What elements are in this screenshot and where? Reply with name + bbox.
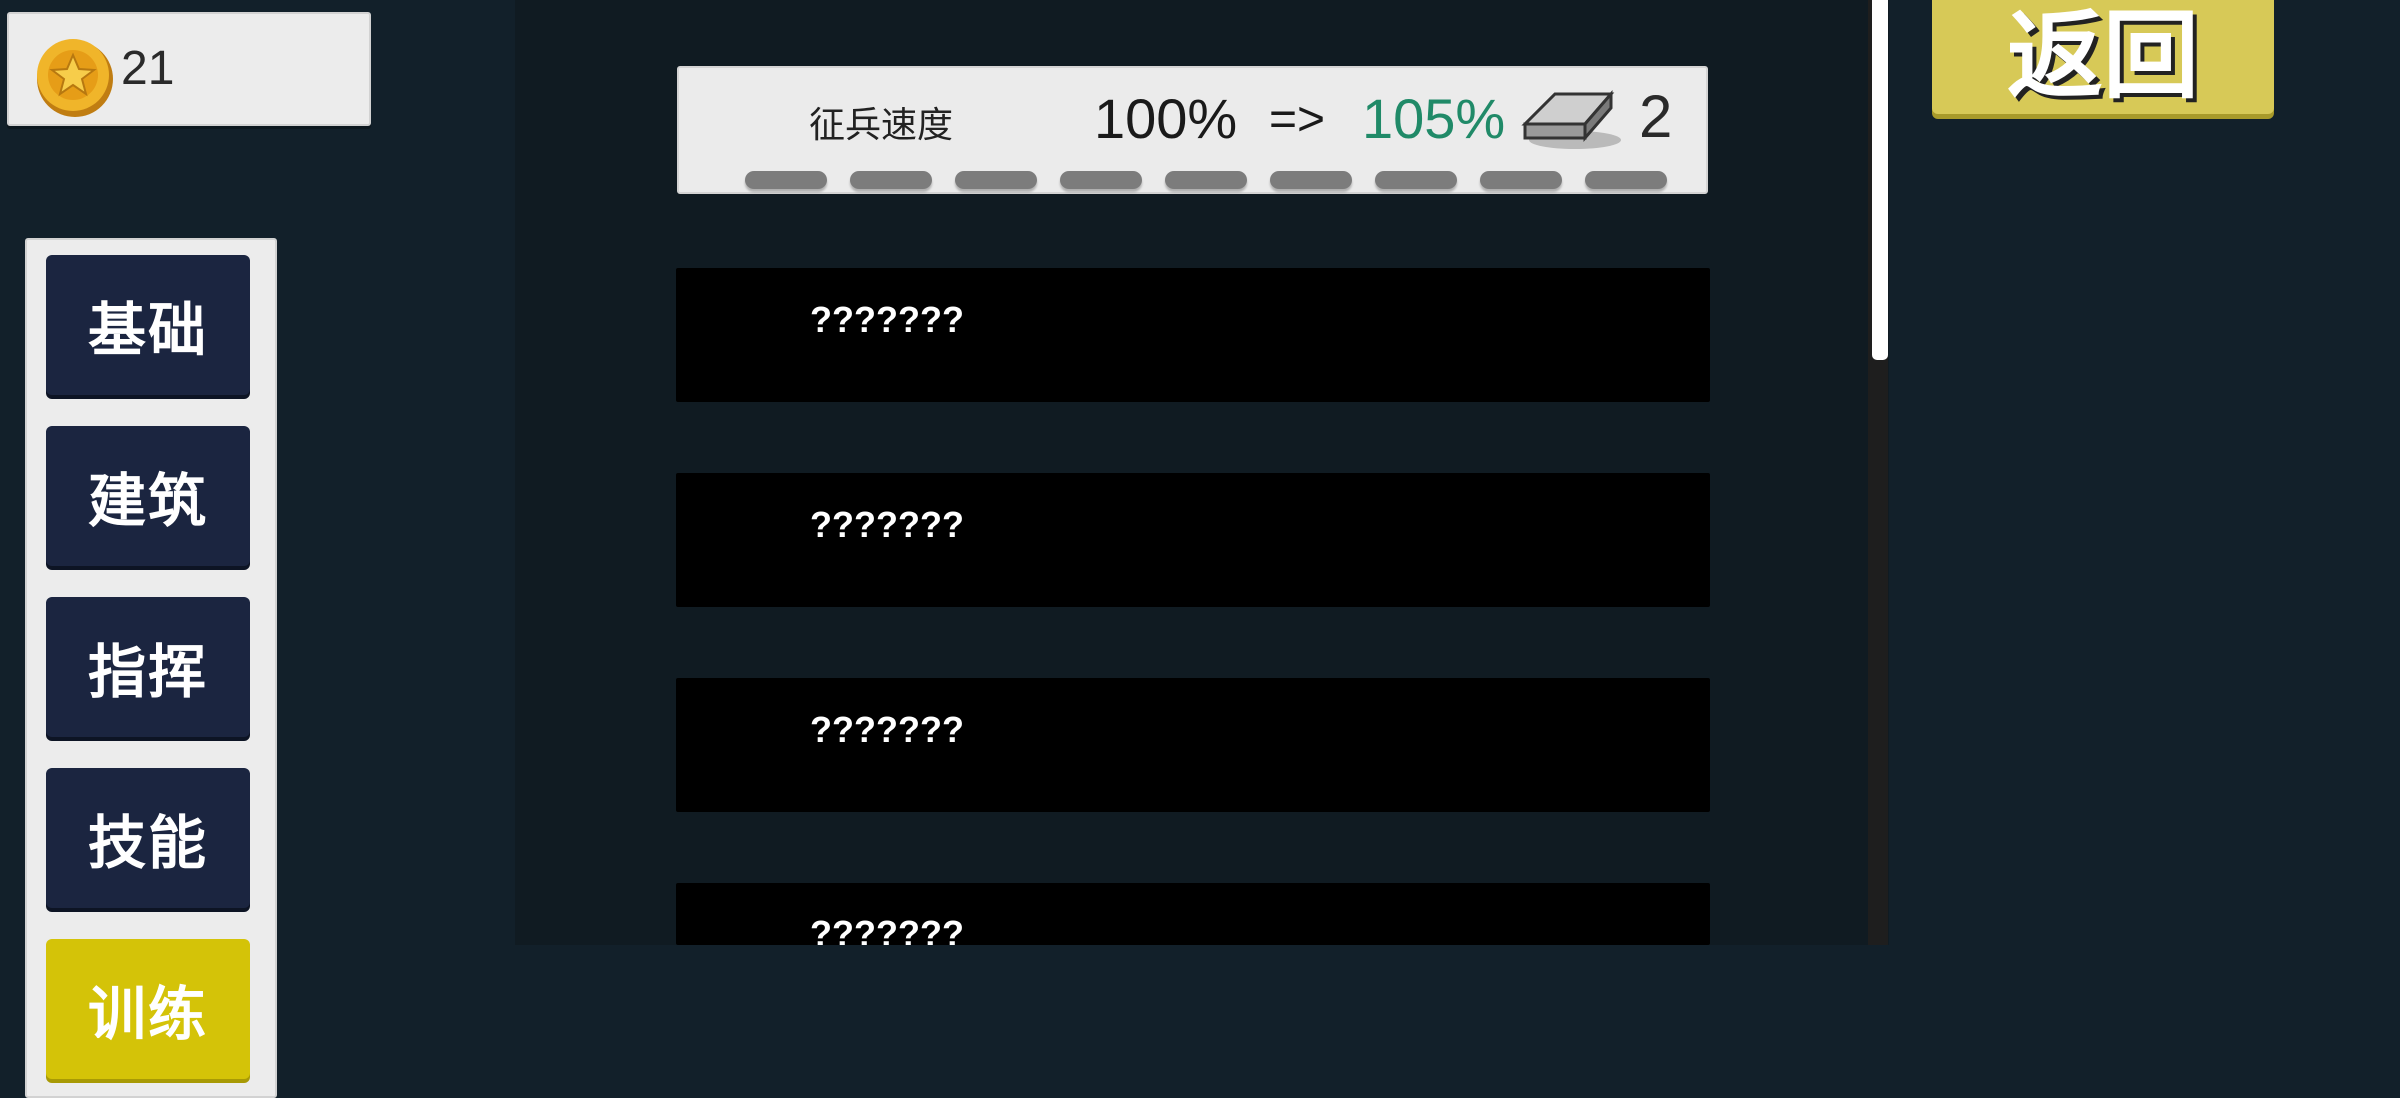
coin-panel: 21 xyxy=(7,12,371,126)
locked-upgrade-row[interactable]: ??????? xyxy=(676,473,1710,607)
upgrade-card-recruit-speed[interactable]: 征兵速度 100% => 105% 2 xyxy=(677,66,1708,194)
arrow-text: => xyxy=(1269,93,1326,146)
level-segment xyxy=(1060,171,1142,189)
category-tab-command[interactable]: 指挥 xyxy=(46,597,250,737)
category-tab-skill[interactable]: 技能 xyxy=(46,768,250,908)
back-button[interactable]: 返回 xyxy=(1932,0,2274,114)
level-segment xyxy=(1585,171,1667,189)
level-segment xyxy=(1375,171,1457,189)
category-tab-basic[interactable]: 基础 xyxy=(46,255,250,395)
locked-upgrade-label: ??????? xyxy=(810,299,964,340)
next-value: 105% xyxy=(1362,87,1506,150)
locked-upgrade-label: ??????? xyxy=(810,913,964,945)
level-segment xyxy=(1480,171,1562,189)
level-segment xyxy=(1270,171,1352,189)
locked-upgrade-label: ??????? xyxy=(810,709,964,750)
upgrade-cost: 2 xyxy=(1639,83,1673,150)
level-segment xyxy=(955,171,1037,189)
level-segment xyxy=(850,171,932,189)
upgrade-name: 征兵速度 xyxy=(809,105,954,146)
scrollbar-thumb[interactable] xyxy=(1872,0,1888,360)
coin-icon xyxy=(37,39,113,117)
level-segment xyxy=(1165,171,1247,189)
category-tab-training[interactable]: 训练 xyxy=(46,939,250,1079)
locked-upgrade-row[interactable]: ??????? xyxy=(676,678,1710,812)
locked-upgrade-label: ??????? xyxy=(810,504,964,545)
category-sidebar: 基础 建筑 指挥 技能 训练 xyxy=(25,238,277,1098)
coin-count: 21 xyxy=(121,42,175,95)
level-segment xyxy=(745,171,827,189)
current-value: 100% xyxy=(1094,87,1238,150)
level-progress xyxy=(745,171,1685,191)
category-tab-building[interactable]: 建筑 xyxy=(46,426,250,566)
upgrade-list[interactable]: 征兵速度 100% => 105% 2 ??????? ??????? ????… xyxy=(515,0,1889,945)
iron-ingot-icon xyxy=(1521,89,1621,149)
locked-upgrade-row[interactable]: ??????? xyxy=(676,268,1710,402)
locked-upgrade-row[interactable]: ??????? xyxy=(676,883,1710,945)
